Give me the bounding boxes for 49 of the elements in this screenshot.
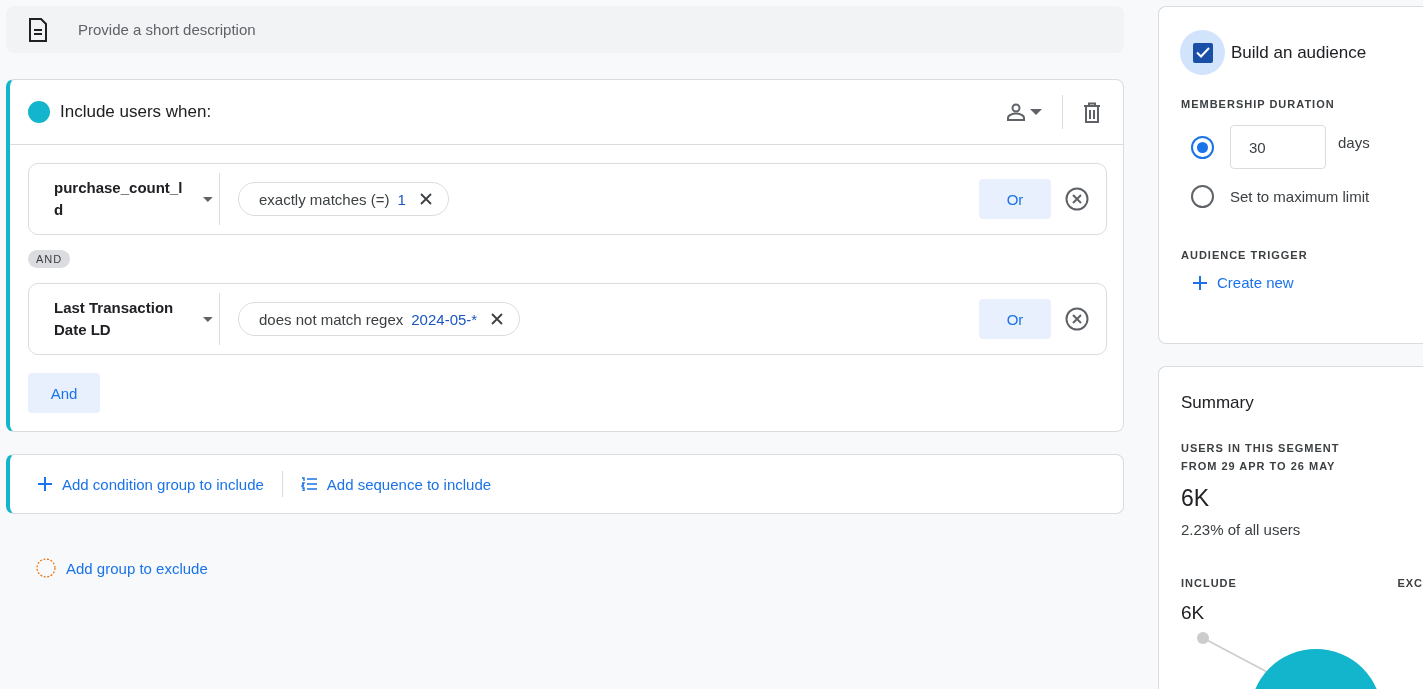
condition-chip[interactable]: exactly matches (=) 1: [238, 182, 449, 216]
add-link[interactable]: Add condition group to include: [38, 475, 264, 493]
plus-icon: [1193, 275, 1207, 290]
section-heading: AUDIENCE TRIGGER: [1181, 248, 1309, 263]
condition-chip[interactable]: does not match regex 2024-05-*: [238, 302, 521, 336]
close-icon: [491, 313, 504, 325]
checkbox-label: Build an audience: [1231, 42, 1367, 63]
description-field[interactable]: Provide a short description: [6, 6, 1124, 53]
numbered-list-icon: [300, 477, 317, 491]
group-dot-icon: [28, 101, 50, 123]
remove-condition-button[interactable]: [1065, 307, 1089, 331]
circled-x-icon: [1065, 187, 1089, 211]
user-count: 6K: [1181, 485, 1211, 512]
radio-button[interactable]: [1191, 185, 1214, 208]
or-button[interactable]: Or: [979, 179, 1051, 219]
caret-icon: [1030, 109, 1042, 115]
document-icon: [28, 17, 48, 42]
date-range-heading: FROM 29 APR TO 26 MAY: [1181, 459, 1337, 474]
days-input[interactable]: 30: [1230, 125, 1326, 169]
caret-icon: [203, 196, 213, 202]
user-share: 2.23% of all users: [1181, 521, 1302, 538]
or-button[interactable]: Or: [979, 299, 1051, 339]
circled-x-icon: [1065, 307, 1089, 331]
and-connector-label: AND: [28, 250, 71, 268]
remove-condition-button[interactable]: [1065, 187, 1089, 211]
dimension-dropdown[interactable]: purchase_count_ld: [29, 164, 219, 234]
segment-heading: USERS IN THIS SEGMENT: [1181, 441, 1341, 456]
add-link[interactable]: Add sequence to include: [300, 475, 492, 493]
include-label: INCLUDE: [1181, 576, 1237, 591]
person-icon: [1006, 103, 1026, 121]
dimension-dropdown[interactable]: Last Transaction Date LD: [29, 284, 219, 354]
create-new-link[interactable]: Create new: [1193, 274, 1294, 291]
include-count: 6K: [1181, 602, 1206, 624]
radio-label: Set to maximum limit: [1230, 188, 1370, 205]
radio-button[interactable]: [1191, 135, 1214, 159]
summary-title: Summary: [1181, 393, 1255, 413]
and-button[interactable]: And: [28, 373, 100, 413]
dashed-circle-icon: [36, 558, 56, 578]
trash-icon: [1083, 101, 1101, 123]
unit-label: days: [1338, 134, 1370, 151]
checkbox[interactable]: [1192, 42, 1213, 63]
plus-icon: [38, 477, 52, 491]
caret-icon: [203, 316, 213, 322]
section-heading: MEMBERSHIP DURATION: [1181, 97, 1336, 112]
add-exclude-link[interactable]: Add group to exclude: [36, 558, 1124, 578]
close-icon: [419, 193, 432, 205]
group-title: Include users when:: [60, 102, 213, 122]
exclude-label: EXC: [1397, 576, 1423, 591]
description-input[interactable]: Provide a short description: [76, 20, 1124, 39]
